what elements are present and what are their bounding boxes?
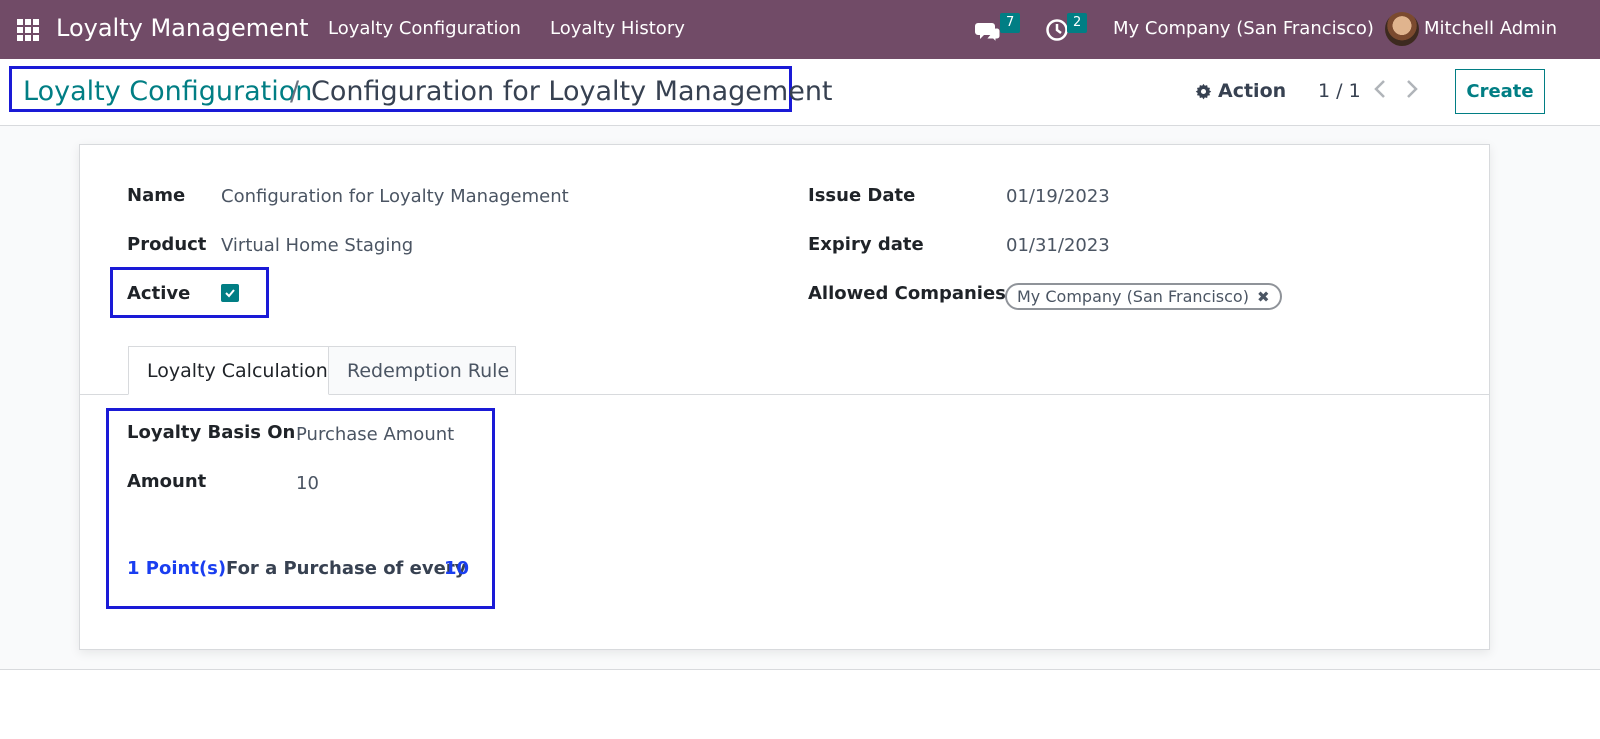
breadcrumb-current: Configuration for Loyalty Management <box>311 76 833 107</box>
product-field[interactable]: Virtual Home Staging <box>221 235 413 256</box>
control-panel: Loyalty Configuration / Configuration fo… <box>0 59 1600 126</box>
chevron-left-icon[interactable] <box>1373 79 1387 105</box>
menu-loyalty-configuration[interactable]: Loyalty Configuration <box>328 18 521 39</box>
active-checkbox[interactable] <box>221 284 239 302</box>
name-label: Name <box>127 185 186 206</box>
breadcrumb-separator: / <box>290 76 300 107</box>
action-button[interactable]: Action <box>1195 80 1286 102</box>
chevron-right-icon[interactable] <box>1405 79 1419 105</box>
amount-label: Amount <box>127 471 207 492</box>
breadcrumb-parent-link[interactable]: Loyalty Configuration <box>23 76 312 107</box>
issue-date-label: Issue Date <box>808 185 916 206</box>
purchase-every-text: For a Purchase of every <box>226 558 467 579</box>
pager-value[interactable]: 1 / 1 <box>1318 80 1361 102</box>
name-field[interactable]: Configuration for Loyalty Management <box>221 186 569 207</box>
company-tag[interactable]: My Company (San Francisco) ✖ <box>1005 283 1282 310</box>
active-label: Active <box>127 283 191 304</box>
top-navbar: Loyalty Management Loyalty Configuration… <box>0 0 1600 59</box>
menu-loyalty-history[interactable]: Loyalty History <box>550 18 685 39</box>
messages-badge: 7 <box>1000 13 1021 33</box>
tab-loyalty-calculation[interactable]: Loyalty Calculation <box>128 346 329 395</box>
amount-field[interactable]: 10 <box>296 473 319 494</box>
check-icon <box>225 289 235 298</box>
app-title[interactable]: Loyalty Management <box>56 14 309 42</box>
gear-icon <box>1195 83 1212 99</box>
loyalty-basis-label: Loyalty Basis On <box>127 422 296 443</box>
user-menu[interactable]: Mitchell Admin <box>1424 18 1557 39</box>
user-avatar[interactable] <box>1385 12 1419 46</box>
company-switcher[interactable]: My Company (San Francisco) <box>1113 18 1374 39</box>
clock-icon <box>1046 19 1068 41</box>
issue-date-field[interactable]: 01/19/2023 <box>1006 186 1110 207</box>
activities-button[interactable]: 2 <box>1045 13 1091 44</box>
action-label: Action <box>1218 80 1287 102</box>
points-text: 1 Point(s) <box>127 558 227 579</box>
company-tag-label: My Company (San Francisco) <box>1017 287 1249 306</box>
purchase-every-value: 10 <box>444 558 470 579</box>
loyalty-basis-field[interactable]: Purchase Amount <box>296 424 454 445</box>
expiry-date-field[interactable]: 01/31/2023 <box>1006 235 1110 256</box>
product-label: Product <box>127 234 207 255</box>
tab-redemption-rule[interactable]: Redemption Rule <box>328 346 516 395</box>
create-button[interactable]: Create <box>1455 69 1545 114</box>
expiry-date-label: Expiry date <box>808 234 924 255</box>
allowed-companies-label: Allowed Companies <box>808 283 1006 304</box>
apps-grid-icon[interactable] <box>17 19 39 41</box>
close-icon[interactable]: ✖ <box>1257 288 1270 306</box>
chat-icon <box>975 23 1001 43</box>
messages-button[interactable]: 7 <box>975 13 1021 44</box>
activities-badge: 2 <box>1067 13 1088 33</box>
